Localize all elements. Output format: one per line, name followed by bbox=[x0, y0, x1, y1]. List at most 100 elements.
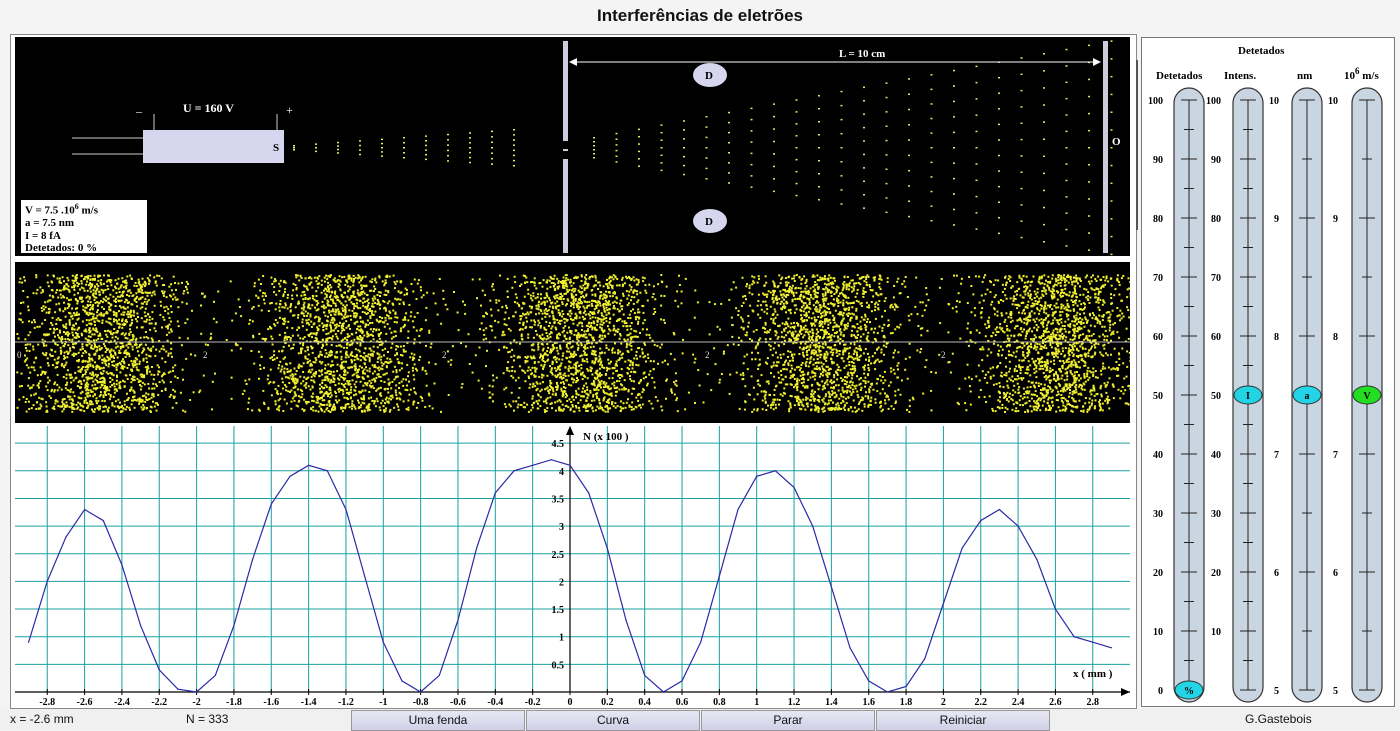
slider-tick-label: 90 bbox=[1211, 155, 1221, 166]
data-point bbox=[924, 658, 925, 659]
data-point bbox=[812, 526, 813, 527]
slider-tick-label: 8 bbox=[1274, 332, 1279, 343]
slider-tick-label: 7 bbox=[1274, 450, 1279, 461]
detector-bottom-label: D bbox=[705, 216, 713, 228]
panel-divider bbox=[1136, 60, 1138, 230]
x-tick-label: -2.6 bbox=[77, 697, 93, 708]
slider-tick-label: 8 bbox=[1333, 332, 1338, 343]
y-tick-label: 1 bbox=[559, 633, 564, 644]
sliders: Detetados Detetados Intens. nm 106 m/s 1… bbox=[1142, 38, 1394, 706]
slider-tick-label: 0 bbox=[1158, 686, 1163, 697]
x-tick-label: -0.6 bbox=[450, 697, 466, 708]
slider-tick-label: 30 bbox=[1211, 509, 1221, 520]
data-point bbox=[215, 675, 216, 676]
data-point bbox=[588, 492, 589, 493]
control-panel: Detetados Detetados Intens. nm 106 m/s 1… bbox=[1141, 37, 1395, 707]
x-tick-label: 2.8 bbox=[1087, 697, 1100, 708]
minus-sign: – bbox=[135, 104, 143, 118]
data-point bbox=[308, 465, 309, 466]
x-tick-label: 0.2 bbox=[601, 697, 614, 708]
data-point bbox=[401, 680, 402, 681]
x-tick-label: 2.6 bbox=[1049, 697, 1062, 708]
data-point bbox=[625, 620, 626, 621]
slider-tick-label: 9 bbox=[1333, 214, 1338, 225]
restart-button[interactable]: Reiniciar bbox=[876, 710, 1050, 731]
y-tick-label: 1.5 bbox=[552, 605, 565, 616]
arrow-head-right bbox=[1093, 58, 1101, 66]
stop-button[interactable]: Parar bbox=[701, 710, 875, 731]
plus-sign: + bbox=[286, 103, 293, 117]
slider-label-intensity: Intens. bbox=[1224, 70, 1256, 82]
screen-tick-label: 2 bbox=[203, 350, 208, 360]
chart-svg: -2.8-2.6-2.4-2.2-2-1.8-1.6-1.4-1.2-1-0.8… bbox=[15, 426, 1130, 708]
slider-tick-label: 6 bbox=[1274, 568, 1279, 579]
data-point bbox=[476, 548, 477, 549]
slit-upper bbox=[563, 141, 568, 149]
slider-label-detected: Detetados bbox=[1156, 70, 1203, 82]
x-tick-label: 2.2 bbox=[974, 697, 987, 708]
slider-tick-label: 80 bbox=[1211, 214, 1221, 225]
x-tick-label: -1 bbox=[379, 697, 387, 708]
slider-knob-label: % bbox=[1184, 686, 1194, 697]
slider-tick-label: 10 bbox=[1153, 627, 1163, 638]
data-point bbox=[905, 686, 906, 687]
slider-label-wavelength: nm bbox=[1297, 70, 1312, 82]
data-point bbox=[943, 603, 944, 604]
screen-tick-label: 0 bbox=[17, 350, 22, 360]
slider-tick-label: 10 bbox=[1328, 96, 1338, 107]
y-tick-label: 2.5 bbox=[552, 550, 565, 561]
x-tick-label: -2.4 bbox=[114, 697, 130, 708]
data-point bbox=[887, 691, 888, 692]
y-tick-label: 0.5 bbox=[552, 660, 565, 671]
slider-knob-label: I bbox=[1246, 391, 1250, 402]
x-tick-label: -2.2 bbox=[151, 697, 167, 708]
apparatus-panel: – + U = 160 V S L = 10 cm D D O V = 7.5 … bbox=[15, 37, 1130, 256]
slider-tick-label: 60 bbox=[1153, 332, 1163, 343]
data-point bbox=[495, 492, 496, 493]
data-point bbox=[513, 470, 514, 471]
data-point bbox=[1073, 636, 1074, 637]
arrow-head-left bbox=[569, 58, 577, 66]
curve-button[interactable]: Curva bbox=[526, 710, 700, 731]
data-point bbox=[103, 520, 104, 521]
slider-tick-label: 6 bbox=[1333, 568, 1338, 579]
window-title: Interferências de eletrões bbox=[0, 0, 1400, 32]
screen-tick-label: 2 bbox=[442, 350, 447, 360]
slider-tick-label: 20 bbox=[1153, 568, 1163, 579]
slider-tick-label: 50 bbox=[1211, 391, 1221, 402]
detection-screen-view: 0 2 2 2 2 bbox=[15, 262, 1130, 423]
one-slit-button[interactable]: Uma fenda bbox=[351, 710, 525, 731]
y-axis-label: N (x 100 ) bbox=[583, 431, 629, 443]
apparatus-diagram: – + U = 160 V S L = 10 cm D D O bbox=[15, 37, 1130, 256]
data-point bbox=[644, 675, 645, 676]
x-readout: x = -2.6 mm bbox=[10, 712, 74, 726]
data-point bbox=[756, 476, 757, 477]
slider-tick-label: 10 bbox=[1211, 627, 1221, 638]
slit-lower bbox=[563, 151, 568, 159]
slider-group: 1009080706050403020100%10090807060504030… bbox=[1148, 88, 1382, 702]
data-point bbox=[868, 680, 869, 681]
data-point bbox=[607, 548, 608, 549]
data-point bbox=[737, 509, 738, 510]
data-point bbox=[700, 642, 701, 643]
slider-tick-label: 20 bbox=[1211, 568, 1221, 579]
x-tick-label: -2 bbox=[192, 697, 200, 708]
data-point bbox=[1111, 647, 1112, 648]
x-tick-label: 1.6 bbox=[862, 697, 875, 708]
slider-tick-label: 100 bbox=[1206, 96, 1221, 107]
slider-tick-label: 7 bbox=[1333, 450, 1338, 461]
chart-axes bbox=[15, 426, 1130, 696]
data-point bbox=[383, 642, 384, 643]
data-point bbox=[196, 691, 197, 692]
data-point bbox=[1092, 642, 1093, 643]
y-tick-label: 4 bbox=[559, 467, 564, 478]
impact-pattern: 0 2 2 2 2 bbox=[15, 262, 1130, 423]
data-point bbox=[289, 476, 290, 477]
x-tick-label: 1 bbox=[754, 697, 759, 708]
data-point bbox=[831, 586, 832, 587]
data-point bbox=[551, 459, 552, 460]
data-point bbox=[681, 680, 682, 681]
intensity-readout: I = 8 fA bbox=[25, 230, 147, 243]
x-tick-label: 1.2 bbox=[788, 697, 801, 708]
y-tick-label: 3.5 bbox=[552, 494, 565, 505]
